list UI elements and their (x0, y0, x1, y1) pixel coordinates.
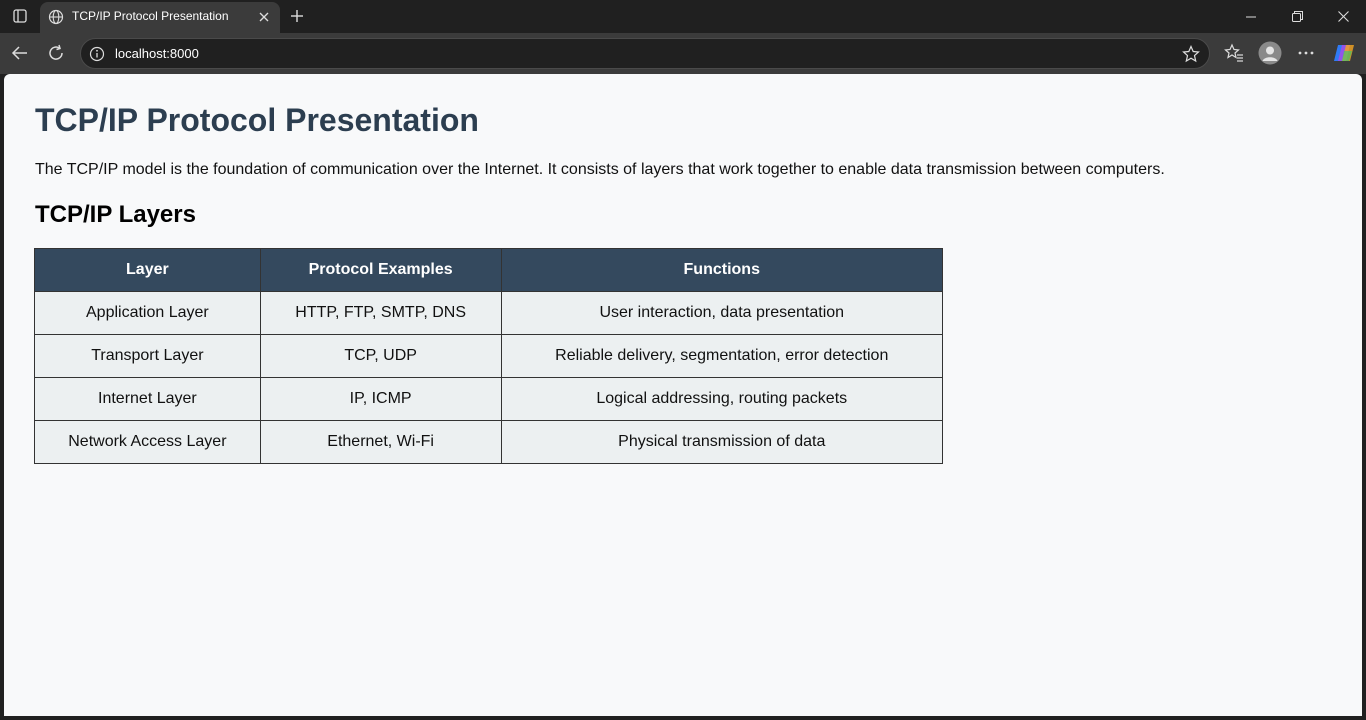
address-bar[interactable]: localhost:8000 (80, 38, 1210, 69)
tab-title: TCP/IP Protocol Presentation (72, 9, 229, 23)
browser-titlebar: TCP/IP Protocol Presentation (0, 0, 1366, 33)
plus-icon[interactable] (286, 5, 308, 27)
url-text[interactable]: localhost:8000 (115, 46, 199, 61)
globe-icon (48, 9, 64, 25)
page-title: TCP/IP Protocol Presentation (35, 102, 479, 138)
header-layer: Layer (34, 248, 261, 292)
cell-protocols: Ethernet, Wi-Fi (259, 420, 502, 464)
intro-paragraph: The TCP/IP model is the foundation of co… (35, 161, 1165, 178)
cell-functions: Physical transmission of data (500, 420, 943, 464)
table-row: Application Layer HTTP, FTP, SMTP, DNS U… (34, 291, 943, 335)
cell-protocols: HTTP, FTP, SMTP, DNS (259, 291, 502, 335)
section-title: TCP/IP Layers (35, 201, 196, 228)
header-functions: Functions (500, 248, 943, 292)
table-row: Transport Layer TCP, UDP Reliable delive… (34, 334, 943, 378)
cell-layer: Network Access Layer (34, 420, 261, 464)
page-viewport: TCP/IP Protocol Presentation The TCP/IP … (4, 74, 1362, 716)
favorites-icon[interactable] (1220, 39, 1248, 67)
cell-protocols: IP, ICMP (259, 377, 502, 421)
layers-table: Layer Protocol Examples Functions Applic… (34, 248, 943, 464)
table-row: Network Access Layer Ethernet, Wi-Fi Phy… (34, 420, 943, 464)
header-protocol-examples: Protocol Examples (259, 248, 502, 292)
tab-actions-icon[interactable] (6, 3, 34, 29)
cell-functions: Logical addressing, routing packets (500, 377, 943, 421)
browser-tab[interactable]: TCP/IP Protocol Presentation (40, 2, 280, 33)
close-icon[interactable] (256, 8, 272, 26)
more-icon[interactable] (1292, 39, 1320, 67)
cell-functions: Reliable delivery, segmentation, error d… (500, 334, 943, 378)
copilot-icon[interactable] (1330, 39, 1358, 67)
browser-toolbar: localhost:8000 (0, 33, 1366, 74)
profile-icon[interactable] (1256, 39, 1284, 67)
table-row: Internet Layer IP, ICMP Logical addressi… (34, 377, 943, 421)
reload-icon[interactable] (42, 39, 70, 67)
back-arrow-icon[interactable] (6, 39, 34, 67)
cell-protocols: TCP, UDP (259, 334, 502, 378)
cell-layer: Transport Layer (34, 334, 261, 378)
table-header-row: Layer Protocol Examples Functions (34, 248, 943, 292)
window-close-icon[interactable] (1320, 0, 1366, 33)
minimize-icon[interactable] (1228, 0, 1274, 33)
cell-layer: Application Layer (34, 291, 261, 335)
info-icon[interactable] (89, 46, 105, 62)
cell-layer: Internet Layer (34, 377, 261, 421)
star-icon[interactable] (1181, 44, 1201, 64)
restore-icon[interactable] (1274, 0, 1320, 33)
cell-functions: User interaction, data presentation (500, 291, 943, 335)
